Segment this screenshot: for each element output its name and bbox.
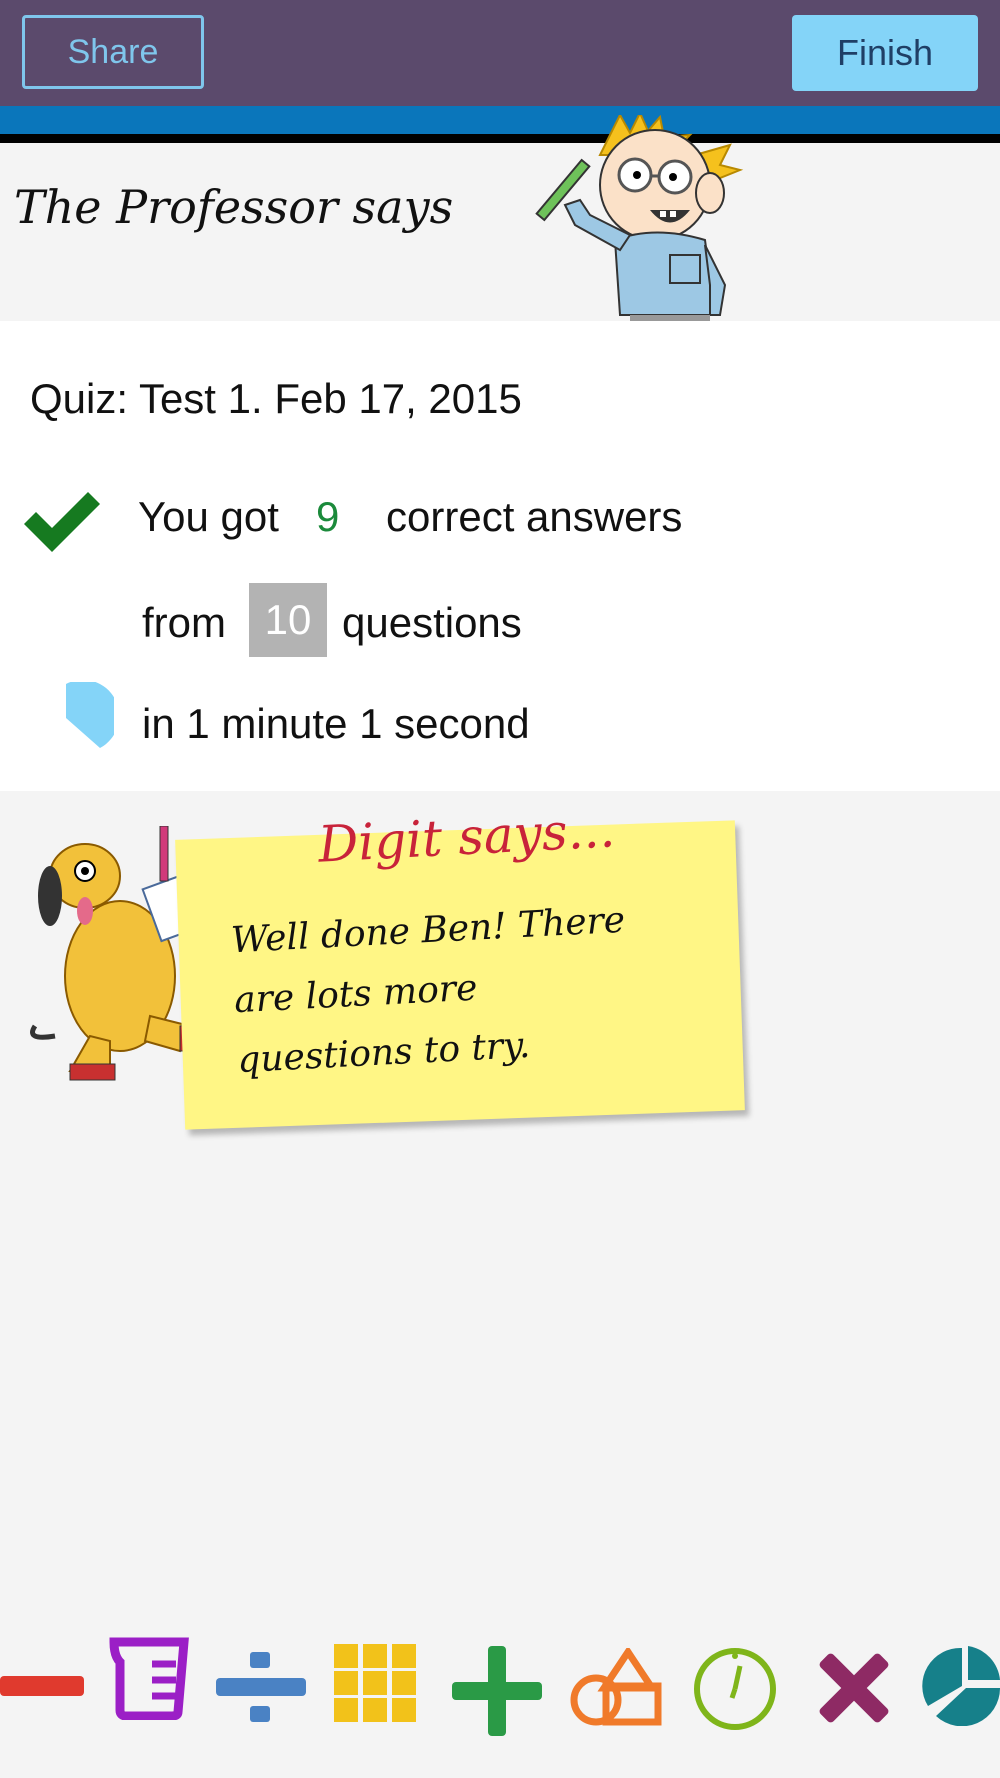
multiply-icon[interactable]: [818, 1652, 890, 1724]
subtract-icon[interactable]: [0, 1676, 84, 1696]
add-icon[interactable]: [452, 1646, 542, 1736]
finish-button[interactable]: Finish: [792, 15, 978, 91]
share-button[interactable]: Share: [22, 15, 204, 89]
correct-answers-label: correct answers: [386, 493, 683, 540]
from-label: from: [142, 599, 226, 646]
divide-icon[interactable]: [216, 1652, 306, 1722]
correct-count: 9: [316, 493, 340, 540]
quiz-title: Quiz: Test 1. Feb 17, 2015: [30, 375, 522, 422]
professor-illustration: [535, 115, 744, 325]
category-bar: [0, 1636, 1000, 1736]
timer-icon: [66, 682, 114, 748]
checkmark-icon: [24, 492, 100, 552]
total-count-badge: 10: [249, 583, 327, 657]
pie-chart-icon[interactable]: [922, 1646, 1000, 1726]
you-got-label: You got: [138, 493, 279, 540]
divider-line: [0, 134, 1000, 143]
clock-icon[interactable]: [692, 1646, 778, 1732]
time-text: in 1 minute 1 second: [142, 700, 530, 747]
measure-icon[interactable]: [108, 1636, 190, 1720]
digit-message: Well done Ben! There are lots more quest…: [230, 899, 627, 1082]
grid-icon[interactable]: [334, 1644, 416, 1722]
professor-title: The Professor says: [14, 180, 454, 234]
header-strip: [0, 106, 1000, 134]
shapes-icon[interactable]: [570, 1648, 670, 1728]
questions-label: questions: [342, 599, 522, 646]
